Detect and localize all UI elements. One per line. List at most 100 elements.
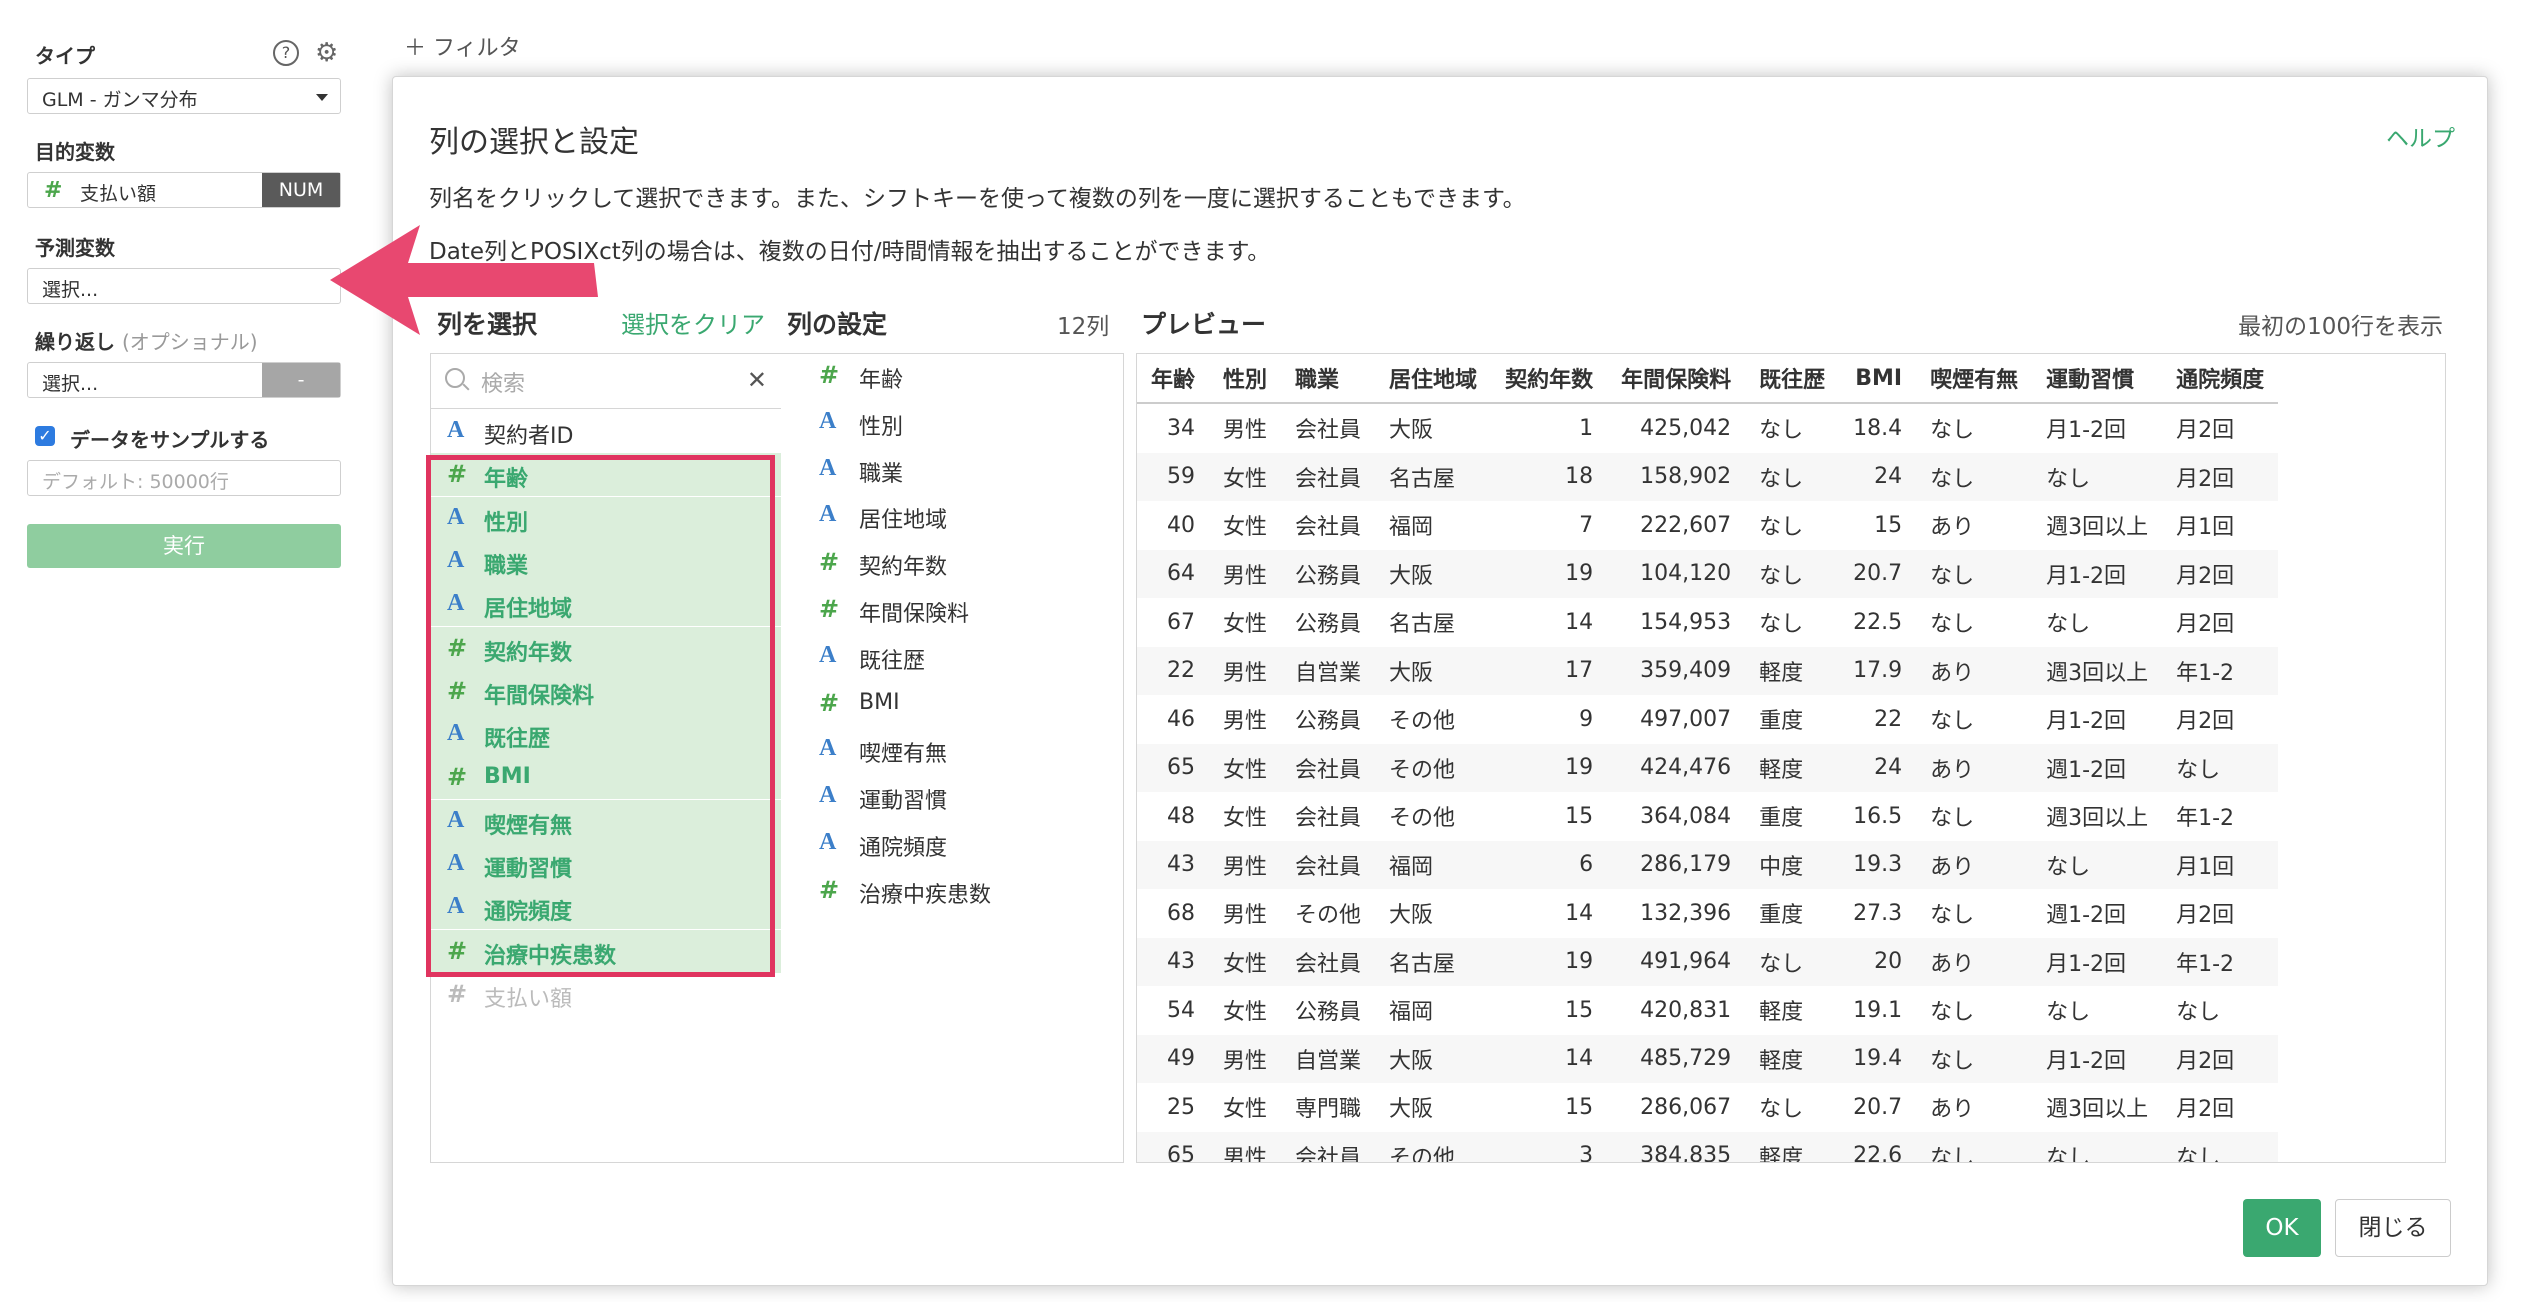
column-settings-item[interactable]: A 職業 (781, 449, 1123, 493)
column-settings-item[interactable]: A 性別 (781, 402, 1123, 446)
table-cell: 20 (1839, 937, 1917, 986)
table-row: 59 女性 会社員 名古屋 18 158,902 なし 24 なし なし 月2回 (1137, 452, 2279, 501)
column-name: 契約者ID (484, 424, 574, 449)
table-row: 67 女性 公務員 名古屋 14 154,953 なし 22.5 なし なし 月2回 (1137, 598, 2278, 647)
table-cell: なし (2032, 1131, 2163, 1162)
table-cell: 会社員 (1281, 452, 1376, 501)
table-cell: 59 (1137, 452, 1210, 501)
repeat-label: 繰り返し (オプショナル) (35, 326, 258, 355)
sample-size-input[interactable]: デフォルト: 50000行 (27, 460, 341, 496)
number-type-icon: # (819, 688, 840, 717)
preview-column-header: 居住地域 (1375, 354, 1492, 404)
table-cell: 24 (1839, 452, 1917, 501)
number-type-icon: # (819, 875, 840, 904)
repeat-select[interactable]: 選択... - (27, 362, 341, 398)
column-settings-item[interactable]: A 居住地域 (781, 495, 1123, 539)
num-type-badge: NUM (262, 173, 340, 207)
table-cell: なし (1759, 418, 1804, 444)
column-settings-item[interactable]: A 既往歴 (781, 636, 1123, 680)
preview-column-header: 年間保険料 (1607, 354, 1746, 404)
table-row: 68 男性 その他 大阪 14 132,396 重度 27.3 なし 週1-2回 月2回 (1137, 889, 2278, 938)
table-cell: 158,902 (1607, 452, 1746, 501)
table-cell: なし (1916, 1131, 2033, 1162)
table-cell: 女性 (1209, 743, 1282, 792)
sample-checkbox[interactable]: ✓ (35, 426, 55, 446)
column-settings-list: # 年齢 A 性別 A 職業 A 居住地域 # 契約年数 # 年間保険料 A 既往歴 # BMI A 喫煙有無 A 運… (781, 353, 1124, 1163)
column-search[interactable]: 検索 ✕ (431, 354, 781, 409)
column-settings-item[interactable]: A 通院頻度 (781, 823, 1123, 867)
table-row: 64 男性 公務員 大阪 19 104,120 なし 20.7 なし 月1-2回 月2回 (1137, 549, 2279, 598)
table-row: 43 男性 会社員 福岡 6 286,179 中度 19.3 あり なし 月1回 (1137, 840, 2279, 889)
help-icon[interactable]: ? (273, 40, 299, 66)
table-cell: 中度 (1745, 840, 1840, 889)
type-select[interactable]: GLM - ガンマ分布 (27, 78, 341, 114)
table-cell: 週3回以上 (2032, 646, 2163, 695)
table-cell: 40 (1167, 512, 1196, 538)
column-list-item[interactable]: A 契約者ID (431, 410, 781, 453)
table-cell: 週3回以上 (2046, 515, 2149, 541)
table-cell: その他 (1295, 903, 1362, 929)
column-settings-item[interactable]: # 治療中疾患数 (781, 870, 1123, 914)
table-cell: 福岡 (1375, 840, 1492, 889)
string-type-icon: A (819, 641, 837, 668)
table-cell: なし (1759, 515, 1804, 541)
table-cell: 18.4 (1853, 415, 1903, 441)
table-cell: 公務員 (1295, 612, 1362, 638)
table-cell: 22 (1137, 646, 1210, 695)
clear-search-icon[interactable]: ✕ (747, 366, 767, 394)
table-cell: 男性 (1209, 840, 1282, 889)
column-select-dialog: 列の選択と設定 ヘルプ 列名をクリックして選択できます。また、シフトキーを使って… (392, 76, 2488, 1286)
column-settings-item[interactable]: # 年齢 (781, 355, 1123, 399)
predictor-select[interactable]: 選択... (27, 268, 341, 304)
table-cell: 65 (1137, 1131, 1210, 1162)
table-cell: なし (1930, 709, 1975, 735)
help-link[interactable]: ヘルプ (2386, 119, 2455, 153)
column-settings-item[interactable]: # 契約年数 (781, 542, 1123, 586)
predictor-label: 予測変数 (35, 236, 115, 260)
column-settings-item[interactable]: A 運動習慣 (781, 776, 1123, 820)
column-count: 12列 (1057, 314, 1110, 340)
string-type-icon: A (819, 454, 837, 481)
table-cell: 286,179 (1607, 840, 1746, 889)
table-cell: 男性 (1209, 646, 1282, 695)
repeat-label-text: 繰り返し (35, 330, 115, 354)
string-type-icon: A (819, 782, 837, 809)
table-row: 49 男性 自営業 大阪 14 485,729 軽度 19.4 なし 月1-2回 月2回 (1137, 1034, 2279, 1083)
table-cell: 軽度 (1745, 1131, 1840, 1162)
table-cell: 19 (1491, 743, 1608, 792)
target-field[interactable]: # 支払い額 NUM (27, 172, 341, 208)
table-cell: 14 (1491, 1034, 1608, 1083)
table-cell: 491,964 (1607, 937, 1746, 986)
run-button[interactable]: 実行 (27, 524, 341, 568)
table-cell: なし (2046, 1000, 2091, 1026)
type-select-value: GLM - ガンマ分布 (42, 89, 198, 111)
table-cell: 19 (1491, 937, 1608, 986)
clear-selection-link[interactable]: 選択をクリア (621, 305, 765, 340)
gear-icon[interactable]: ⚙ (315, 38, 338, 68)
table-cell: 大阪 (1375, 549, 1492, 598)
add-filter-link[interactable]: ＋ フィルタ (404, 30, 521, 62)
number-type-icon: # (819, 361, 840, 389)
table-cell: 424,476 (1607, 743, 1746, 792)
column-settings-item[interactable]: # BMI (781, 683, 1123, 727)
table-row: 65 男性 会社員 その他 3 384,835 軽度 22.6 なし なし なし (1137, 1131, 2279, 1162)
number-type-icon: # (44, 178, 63, 203)
table-cell: 17 (1491, 646, 1608, 695)
table-cell: なし (1916, 1034, 2033, 1083)
ok-button[interactable]: OK (2243, 1199, 2321, 1257)
table-cell: 48 (1167, 803, 1196, 829)
table-cell: 月1-2回 (2032, 937, 2163, 986)
table-cell: 男性 (1209, 549, 1282, 598)
close-button[interactable]: 閉じる (2335, 1199, 2451, 1257)
column-settings-item[interactable]: A 喫煙有無 (781, 729, 1123, 773)
table-cell: 年1-2 (2162, 646, 2279, 695)
annotation-arrow (330, 225, 598, 335)
column-name: BMI (859, 689, 900, 715)
column-settings-item[interactable]: # 年間保険料 (781, 589, 1123, 633)
table-cell: 月1-2回 (2046, 418, 2127, 444)
column-name: 支払い額 (484, 986, 573, 1012)
table-cell: 名古屋 (1375, 452, 1492, 501)
table-cell: なし (1745, 452, 1840, 501)
table-cell: 425,042 (1640, 415, 1732, 441)
table-cell: 会社員 (1295, 515, 1362, 541)
